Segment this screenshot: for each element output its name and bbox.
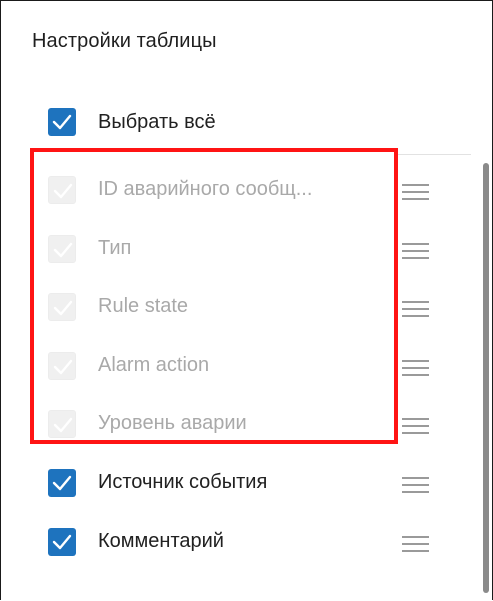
scrollbar[interactable] bbox=[478, 158, 492, 598]
table-settings-panel: Настройки таблицы Выбрать всё ID аварийн… bbox=[0, 0, 493, 600]
drag-handle-icon[interactable] bbox=[402, 295, 431, 323]
select-all-label: Выбрать всё bbox=[98, 111, 216, 133]
check-icon bbox=[52, 475, 72, 491]
check-icon bbox=[52, 114, 72, 130]
check-icon bbox=[52, 534, 72, 550]
column-checkbox[interactable] bbox=[48, 469, 76, 497]
drag-handle-icon[interactable] bbox=[402, 412, 431, 440]
column-label: ID аварийного сообщ... bbox=[98, 178, 313, 200]
check-icon bbox=[53, 300, 73, 316]
list-divider bbox=[396, 154, 471, 155]
column-label: Rule state bbox=[98, 295, 189, 317]
column-checkbox[interactable] bbox=[48, 528, 76, 556]
column-checkbox bbox=[48, 410, 76, 438]
drag-handle-icon[interactable] bbox=[402, 237, 431, 265]
column-checkbox bbox=[48, 293, 76, 321]
check-icon bbox=[53, 242, 73, 258]
panel-title: Настройки таблицы bbox=[32, 30, 217, 52]
scrollbar-thumb[interactable] bbox=[483, 163, 489, 593]
check-icon bbox=[53, 183, 73, 199]
column-checkbox bbox=[48, 176, 76, 204]
drag-handle-icon[interactable] bbox=[402, 471, 431, 499]
column-label: Тип bbox=[98, 237, 132, 259]
column-label: Источник события bbox=[98, 471, 268, 493]
column-label: Уровень аварии bbox=[98, 412, 247, 434]
column-checkbox bbox=[48, 352, 76, 380]
column-label: Alarm action bbox=[98, 354, 210, 376]
check-icon bbox=[53, 359, 73, 375]
drag-handle-icon[interactable] bbox=[402, 354, 431, 382]
drag-handle-icon[interactable] bbox=[402, 178, 431, 206]
column-label: Комментарий bbox=[98, 530, 224, 552]
check-icon bbox=[53, 417, 73, 433]
column-checkbox bbox=[48, 235, 76, 263]
drag-handle-icon[interactable] bbox=[402, 530, 431, 558]
select-all-checkbox[interactable] bbox=[48, 108, 76, 136]
